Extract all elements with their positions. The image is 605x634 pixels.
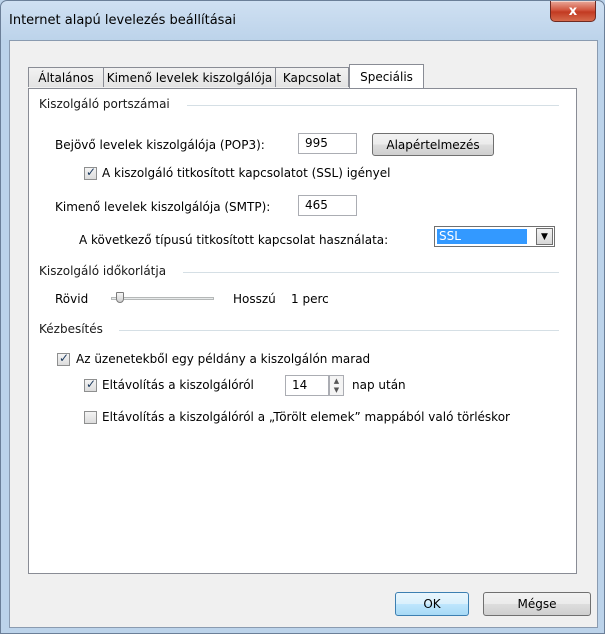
spin-down-icon[interactable]: ▼: [330, 385, 343, 394]
cancel-button[interactable]: Mégse: [483, 592, 591, 616]
remove-deleted-checkbox[interactable]: [84, 411, 97, 424]
outgoing-port-value: 465: [305, 198, 328, 212]
tab-advanced[interactable]: Speciális: [349, 64, 424, 88]
remove-after-label: Eltávolítás a kiszolgálóról: [102, 378, 254, 392]
ok-button-label: OK: [423, 597, 441, 611]
dropdown-arrow-icon[interactable]: ▼: [536, 228, 553, 245]
close-icon: x: [568, 3, 578, 19]
ok-button[interactable]: OK: [395, 592, 469, 616]
encryption-type-value: SSL: [437, 229, 527, 244]
tab-label: Általános: [38, 70, 94, 85]
incoming-port-value: 995: [305, 136, 328, 150]
group-divider: [183, 272, 559, 273]
tab-connection[interactable]: Kapcsolat: [275, 67, 349, 87]
timeout-slider-track[interactable]: [111, 297, 214, 300]
checkmark-icon: ✓: [59, 351, 70, 365]
remove-after-suffix: nap után: [352, 378, 406, 392]
ssl-required-checkbox[interactable]: ✓: [84, 165, 97, 180]
incoming-port-input[interactable]: 995: [298, 133, 357, 154]
timeout-short-label: Rövid: [55, 292, 89, 306]
leave-copy-checkbox[interactable]: ✓: [57, 351, 70, 366]
default-ports-button-label: Alapértelmezés: [386, 137, 480, 152]
remove-after-days-value: 14: [292, 378, 308, 392]
encryption-type-label: A következő típusú titkosított kapcsolat…: [79, 233, 389, 247]
spin-up-icon[interactable]: ▲: [330, 376, 343, 385]
checkmark-icon: ✓: [86, 377, 97, 391]
group-label-timeout: Kiszolgáló időkorlátja: [39, 264, 167, 278]
leave-copy-label: Az üzenetekből egy példány a kiszolgálón…: [76, 352, 371, 366]
remove-after-days-input[interactable]: 14: [285, 375, 329, 396]
tab-label: Kimenő levelek kiszolgálója: [106, 70, 273, 85]
tab-label: Kapcsolat: [282, 70, 342, 85]
incoming-server-label: Bejövő levelek kiszolgálója (POP3):: [55, 138, 265, 152]
checkmark-icon: ✓: [86, 165, 97, 179]
tab-general[interactable]: Általános: [28, 67, 104, 87]
remove-deleted-label: Eltávolítás a kiszolgálóról a „Törölt el…: [102, 410, 510, 424]
timeout-slider-thumb[interactable]: [115, 292, 124, 303]
window-title: Internet alapú levelezés beállításai: [9, 13, 237, 28]
group-divider: [119, 330, 559, 331]
encryption-type-select[interactable]: SSL ▼: [434, 226, 555, 247]
outgoing-server-label: Kimenő levelek kiszolgálója (SMTP):: [55, 200, 271, 214]
cancel-button-label: Mégse: [517, 597, 557, 611]
group-divider: [187, 105, 559, 106]
title-bar[interactable]: Internet alapú levelezés beállításai x: [1, 1, 604, 39]
ssl-required-label: A kiszolgáló titkosított kapcsolatot (SS…: [102, 166, 391, 180]
outgoing-port-input[interactable]: 465: [298, 195, 357, 216]
tab-panel-advanced: [28, 88, 577, 574]
timeout-value: 1 perc: [291, 292, 329, 306]
default-ports-button[interactable]: Alapértelmezés: [372, 133, 494, 156]
group-label-delivery: Kézbesítés: [39, 322, 103, 336]
days-spinner[interactable]: ▲ ▼: [329, 375, 344, 396]
close-button[interactable]: x: [550, 1, 596, 22]
timeout-long-label: Hosszú: [233, 292, 276, 306]
tab-outgoing-server[interactable]: Kimenő levelek kiszolgálója: [103, 67, 276, 87]
remove-after-checkbox[interactable]: ✓: [84, 377, 97, 392]
tab-label: Speciális: [360, 69, 413, 84]
group-label-server-ports: Kiszolgáló portszámai: [39, 97, 170, 111]
